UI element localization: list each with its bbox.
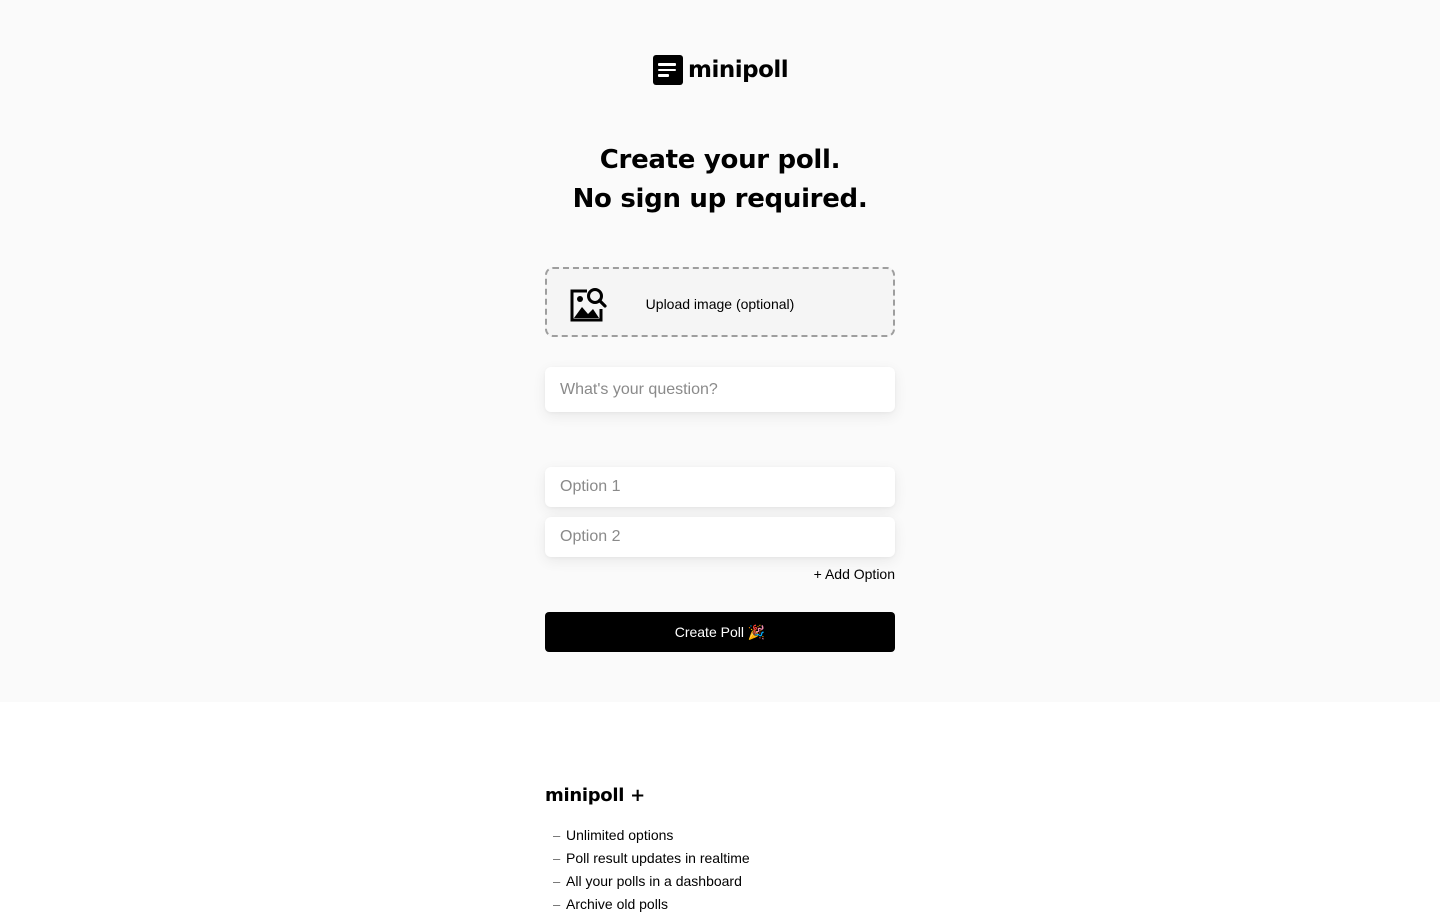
feature-text: Archive old polls — [566, 896, 668, 912]
bullet-dash: – — [553, 828, 561, 843]
list-item: – Unlimited options — [553, 824, 750, 847]
list-item: – Poll result updates in realtime — [553, 847, 750, 870]
feature-text: Poll result updates in realtime — [566, 850, 750, 866]
upload-image-dropzone[interactable]: Upload image (optional) — [545, 267, 895, 337]
page-headline: Create your poll. No sign up required. — [420, 141, 1020, 219]
feature-text: Unlimited options — [566, 827, 674, 843]
option-2-input[interactable] — [545, 517, 895, 557]
create-poll-button[interactable]: Create Poll 🎉 — [545, 612, 895, 652]
add-option-button[interactable]: + Add Option — [814, 565, 895, 583]
list-item: – All your polls in a dashboard — [553, 870, 750, 893]
option-1-input[interactable] — [545, 467, 895, 507]
headline-line-2: No sign up required. — [572, 184, 868, 214]
upload-image-label: Upload image (optional) — [645, 296, 795, 312]
logo-lines-icon — [653, 55, 683, 85]
hero-section: minipoll Create your poll. No sign up re… — [0, 0, 1440, 702]
pro-feature-list: – Unlimited options – Poll result update… — [553, 824, 750, 916]
headline-line-1: Create your poll. — [599, 145, 841, 175]
bullet-dash: – — [553, 897, 561, 912]
question-input[interactable] — [545, 367, 895, 412]
logo[interactable]: minipoll — [653, 55, 789, 85]
bullet-dash: – — [553, 874, 561, 889]
feature-text: All your polls in a dashboard — [566, 873, 742, 889]
list-item: – Archive old polls — [553, 893, 750, 916]
bullet-dash: – — [553, 851, 561, 866]
pro-plan-title: minipoll + — [545, 785, 645, 806]
brand-name: minipoll — [688, 57, 789, 83]
